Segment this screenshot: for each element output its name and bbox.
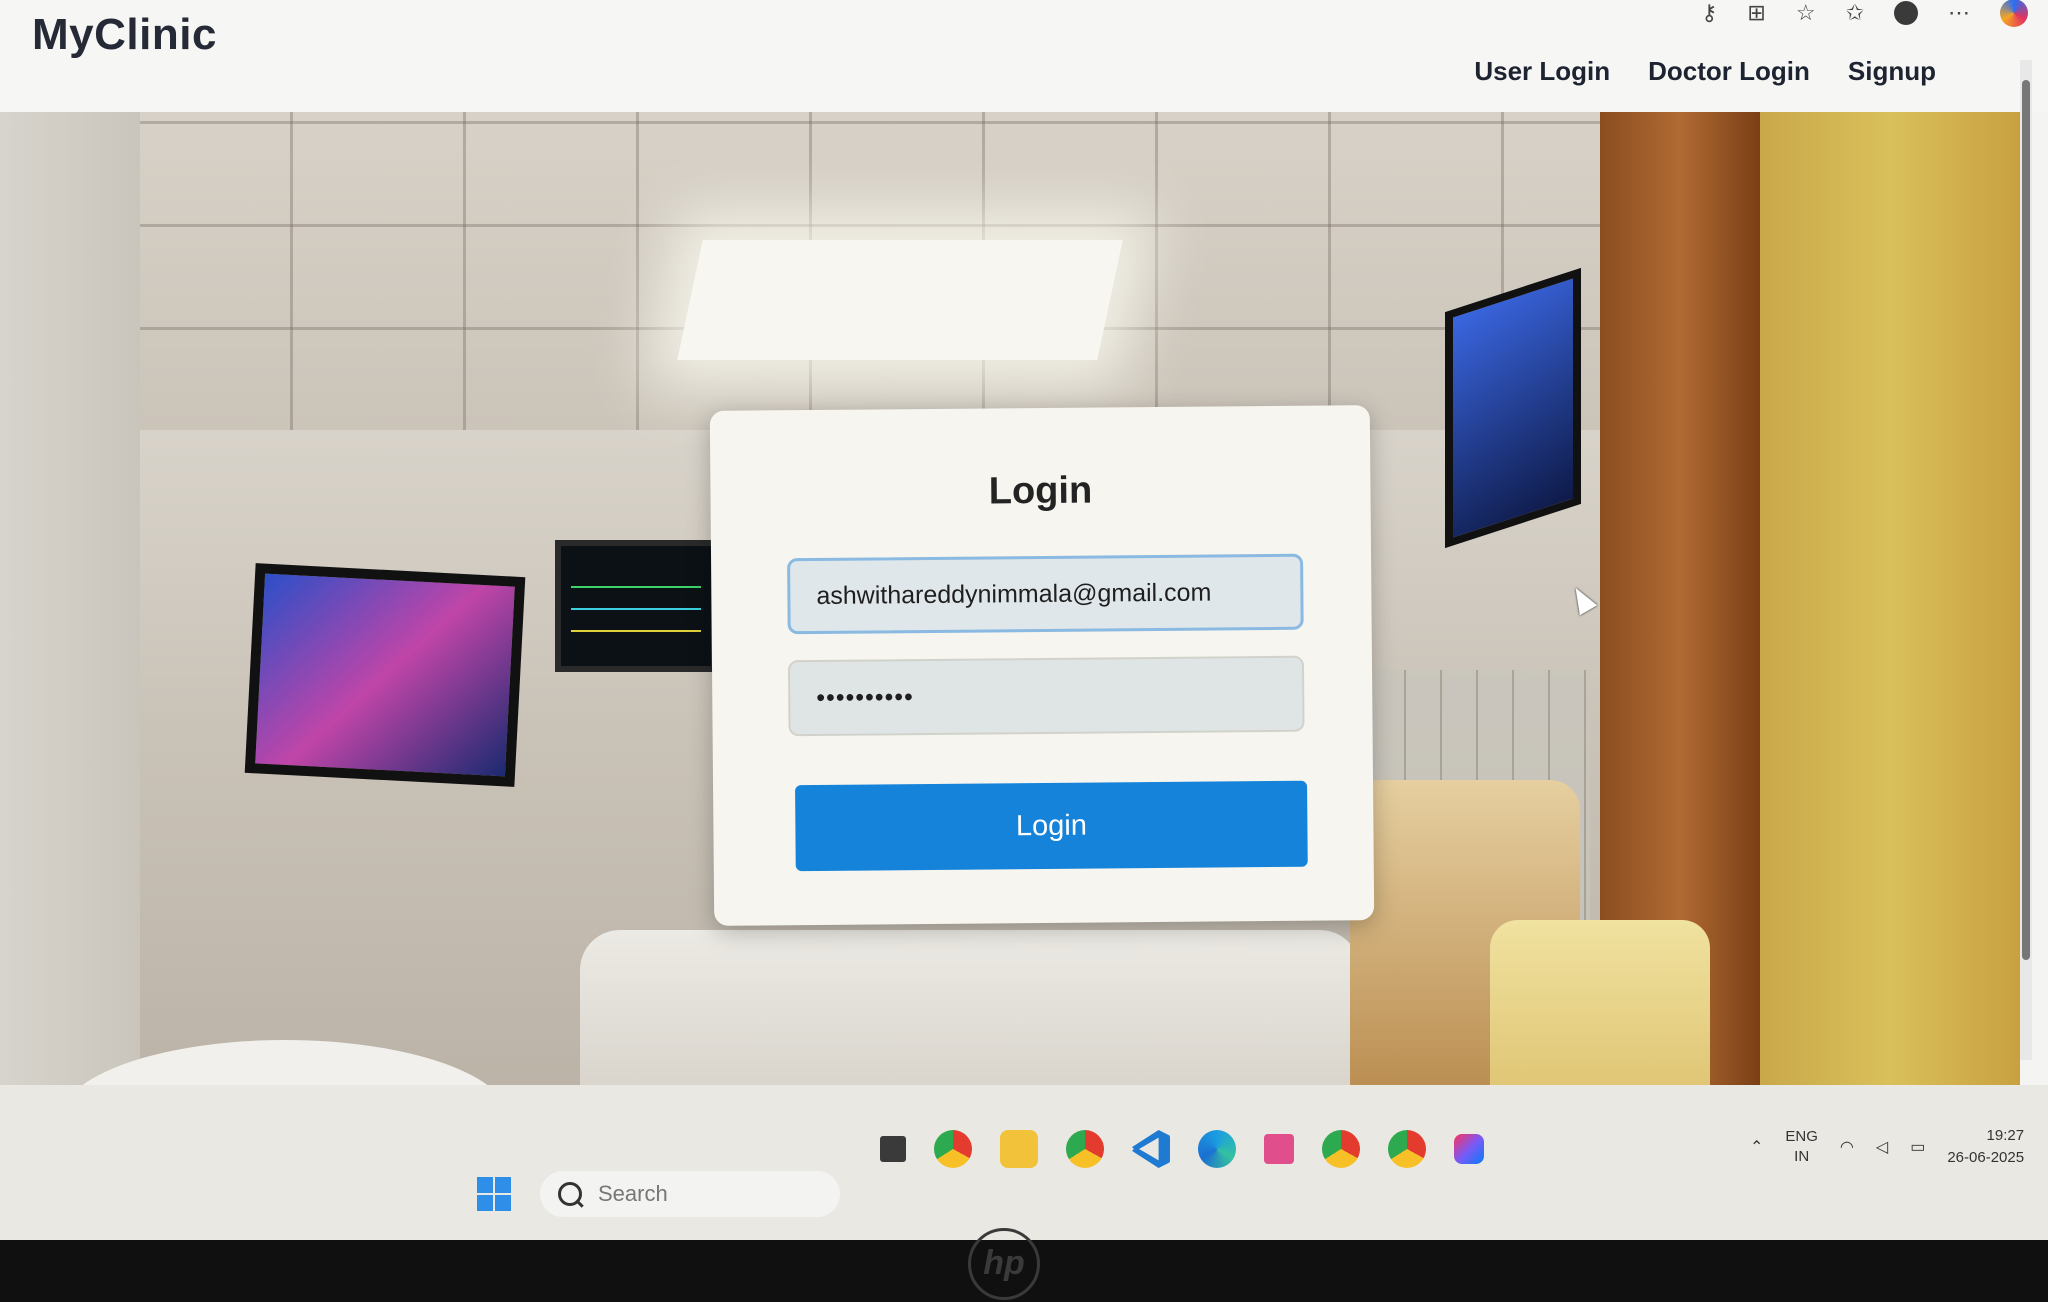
lang-code: ENG <box>1785 1128 1818 1145</box>
login-card: Login Login <box>709 405 1375 926</box>
right-wall <box>1760 90 2020 1170</box>
wifi-icon[interactable]: ◠ <box>1840 1137 1854 1157</box>
search-icon <box>558 1182 582 1206</box>
login-title: Login <box>988 469 1093 513</box>
profile-avatar[interactable] <box>1894 1 1918 25</box>
clock-date: 26-06-2025 <box>1947 1149 2025 1166</box>
file-explorer-icon[interactable] <box>1000 1130 1038 1168</box>
patient-monitor <box>555 540 717 672</box>
volume-icon[interactable]: ◁ <box>1876 1137 1888 1157</box>
key-icon[interactable]: ⚷ <box>1701 0 1717 26</box>
lang-region: IN <box>1794 1148 1810 1165</box>
scrollbar-thumb[interactable] <box>2022 80 2030 960</box>
clock[interactable]: 19:27 26-06-2025 <box>1947 1125 2024 1169</box>
clock-time: 19:27 <box>1986 1127 2025 1144</box>
chrome-profile-icon[interactable] <box>1066 1130 1104 1168</box>
chevron-up-icon[interactable]: ⌃ <box>1750 1137 1763 1157</box>
search-placeholder: Search <box>598 1181 668 1206</box>
ceiling-light <box>677 240 1123 360</box>
wall-tv-left <box>244 563 526 787</box>
left-wall <box>0 90 140 1170</box>
more-icon[interactable]: ⋯ <box>1948 0 1970 26</box>
top-navbar: MyClinic ⚷ ⊞ ☆ ✩ ⋯ User Login Doctor Log… <box>0 0 2048 112</box>
chrome-profile-3-icon[interactable] <box>1388 1130 1426 1168</box>
edge-icon[interactable] <box>1198 1130 1236 1168</box>
chrome-profile-2-icon[interactable] <box>1322 1130 1360 1168</box>
password-field[interactable] <box>787 655 1305 737</box>
windows-taskbar: Search ⌃ ENG IN ◠ ◁ ▭ 19:27 26-06-2025 <box>0 1085 2048 1240</box>
system-tray: ⌃ ENG IN ◠ ◁ ▭ 19:27 26-06-2025 <box>1750 1125 2024 1169</box>
snipping-tool-icon[interactable] <box>1264 1134 1294 1164</box>
nav-signup[interactable]: Signup <box>1848 56 1936 87</box>
favorites-icon[interactable]: ✩ <box>1846 0 1864 26</box>
intellij-icon[interactable] <box>1454 1134 1484 1164</box>
vscode-icon[interactable] <box>1132 1130 1170 1168</box>
nav-user-login[interactable]: User Login <box>1474 56 1610 87</box>
task-view-icon[interactable] <box>880 1136 906 1162</box>
language-indicator[interactable]: ENG IN <box>1785 1127 1818 1167</box>
hp-logo: hp <box>968 1228 1040 1300</box>
star-icon[interactable]: ☆ <box>1796 0 1816 26</box>
copilot-icon[interactable] <box>2000 0 2028 27</box>
browser-toolbar-icons: ⚷ ⊞ ☆ ✩ ⋯ <box>1701 0 2028 27</box>
split-screen-icon[interactable]: ⊞ <box>1747 0 1765 26</box>
brand-logo[interactable]: MyClinic <box>32 10 217 60</box>
screen: MyClinic ⚷ ⊞ ☆ ✩ ⋯ User Login Doctor Log… <box>0 0 2048 1240</box>
battery-icon[interactable]: ▭ <box>1910 1137 1925 1157</box>
taskbar-search[interactable]: Search <box>540 1171 840 1217</box>
login-button[interactable]: Login <box>795 780 1308 872</box>
pinned-apps <box>880 1130 1484 1168</box>
nav-doctor-login[interactable]: Doctor Login <box>1648 56 1810 87</box>
email-field[interactable] <box>787 553 1304 635</box>
windows-start-icon[interactable] <box>477 1177 511 1211</box>
wall-tv-right <box>1445 267 1581 549</box>
chrome-icon[interactable] <box>934 1130 972 1168</box>
nav-links: User Login Doctor Login Signup <box>1474 56 1936 87</box>
